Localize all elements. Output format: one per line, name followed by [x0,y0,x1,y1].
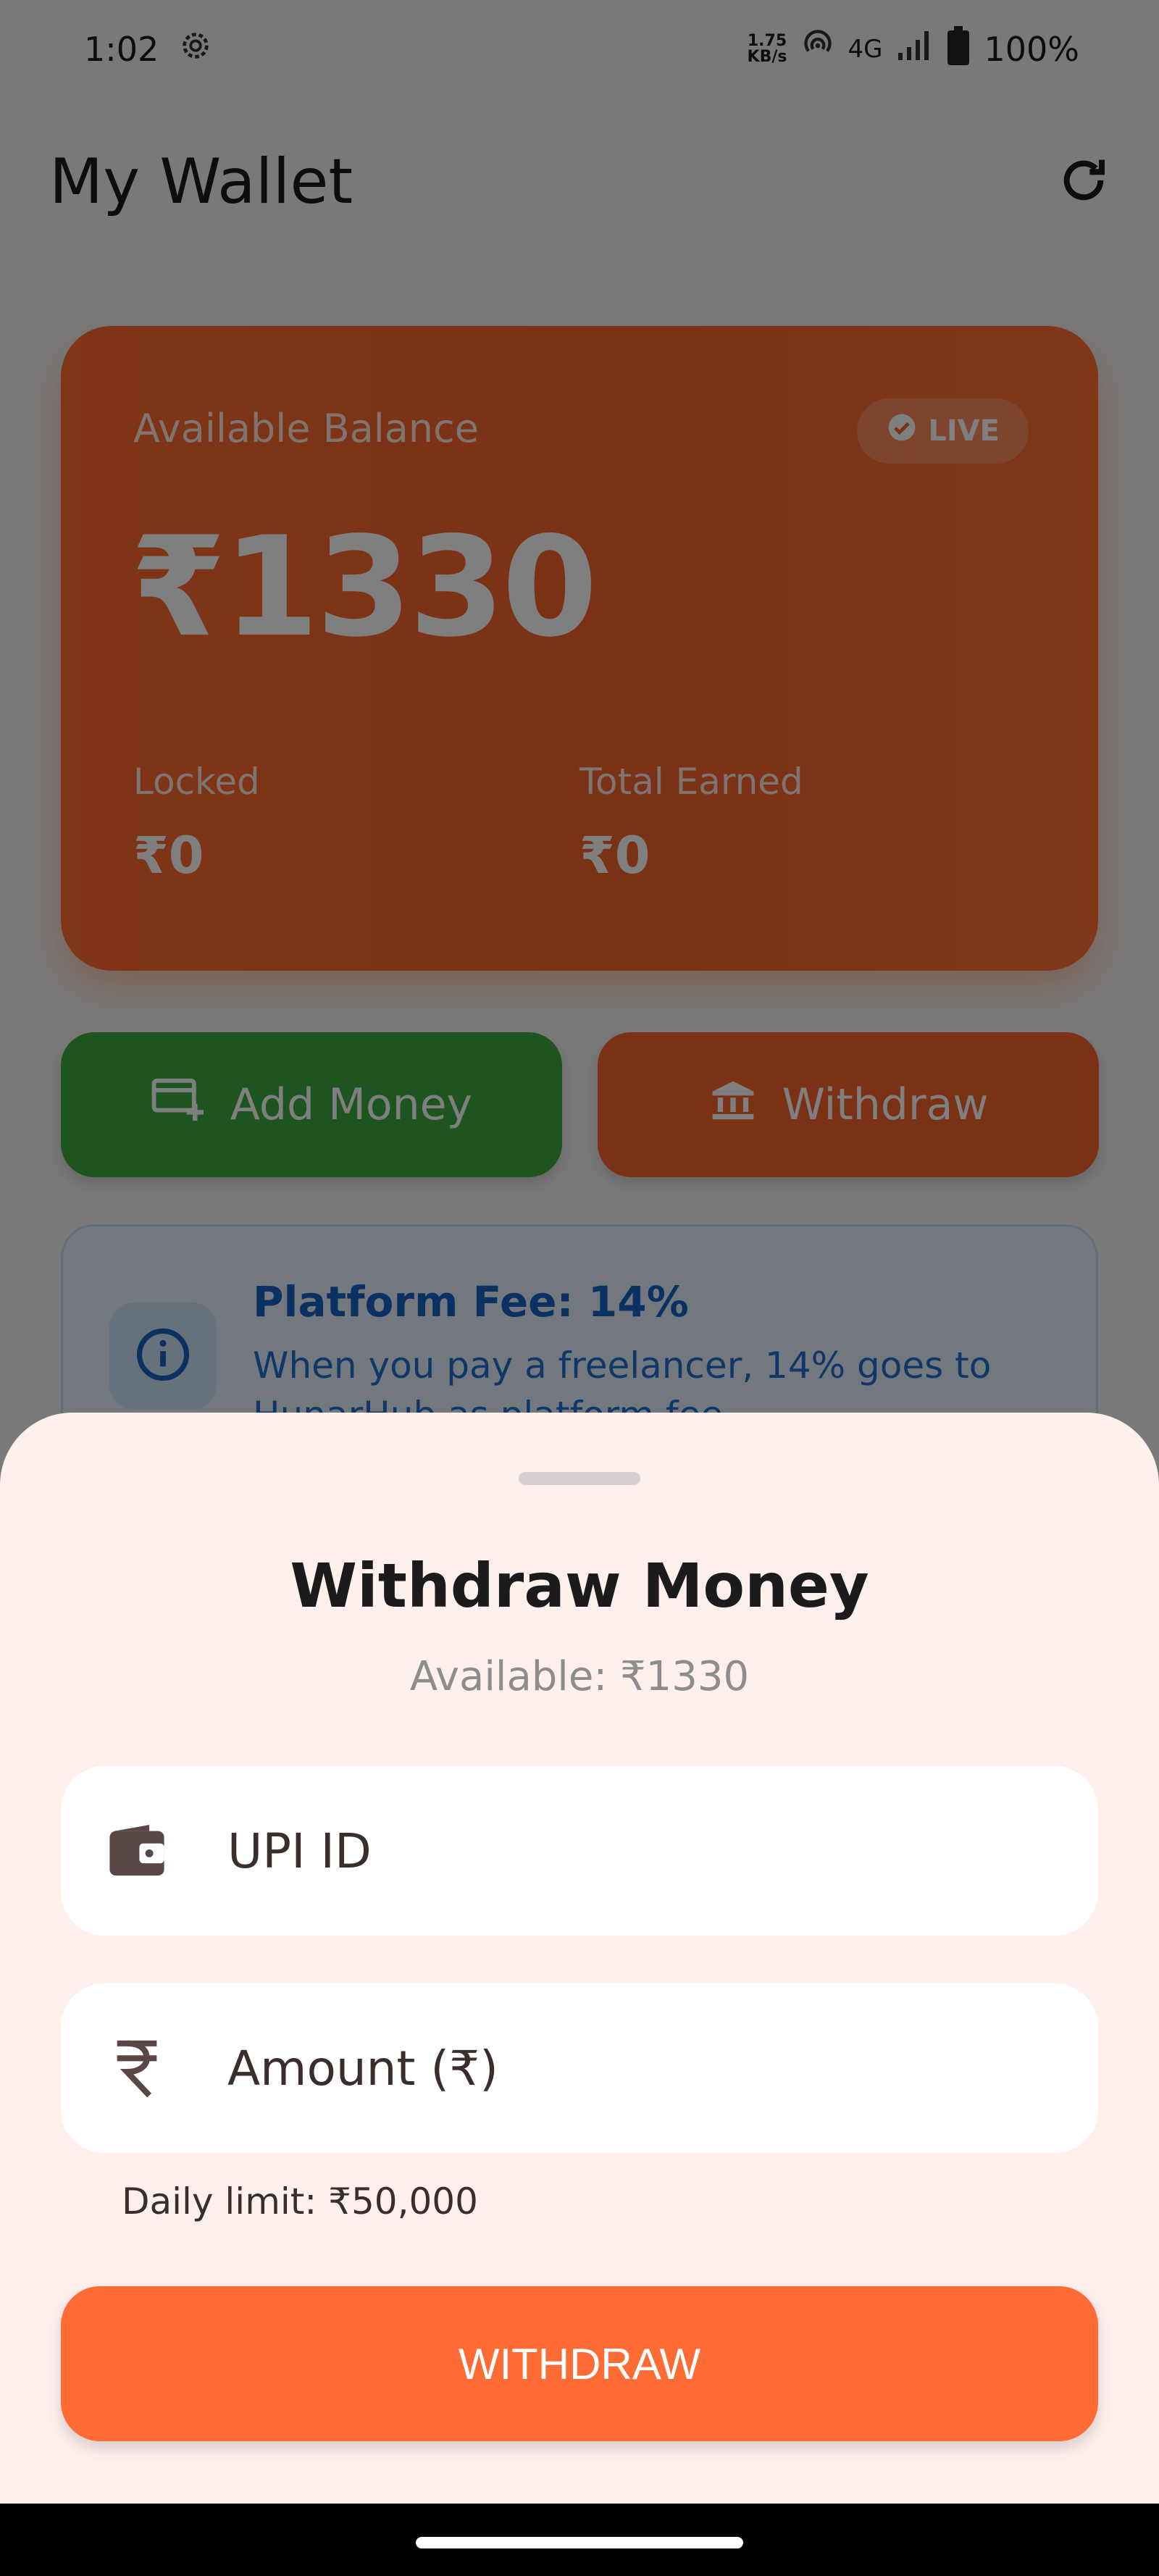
withdraw-bottom-sheet: Withdraw Money Available: ₹1330 Daily li… [0,1413,1159,2504]
system-nav-bar [0,2504,1159,2576]
daily-limit-helper: Daily limit: ₹50,000 [122,2180,478,2222]
amount-input[interactable] [227,2040,1024,2096]
home-gesture-handle[interactable] [416,2537,743,2548]
sheet-title: Withdraw Money [290,1550,869,1621]
wallet-icon [104,1818,170,1883]
amount-field[interactable] [61,1983,1098,2153]
available-amount-text: Available: ₹1330 [409,1653,750,1700]
upi-id-input[interactable] [227,1823,1024,1879]
drag-handle[interactable] [519,1472,640,1485]
rupee-icon [104,2036,170,2101]
withdraw-submit-button[interactable]: WITHDRAW [61,2286,1098,2441]
upi-id-field[interactable] [61,1766,1098,1936]
